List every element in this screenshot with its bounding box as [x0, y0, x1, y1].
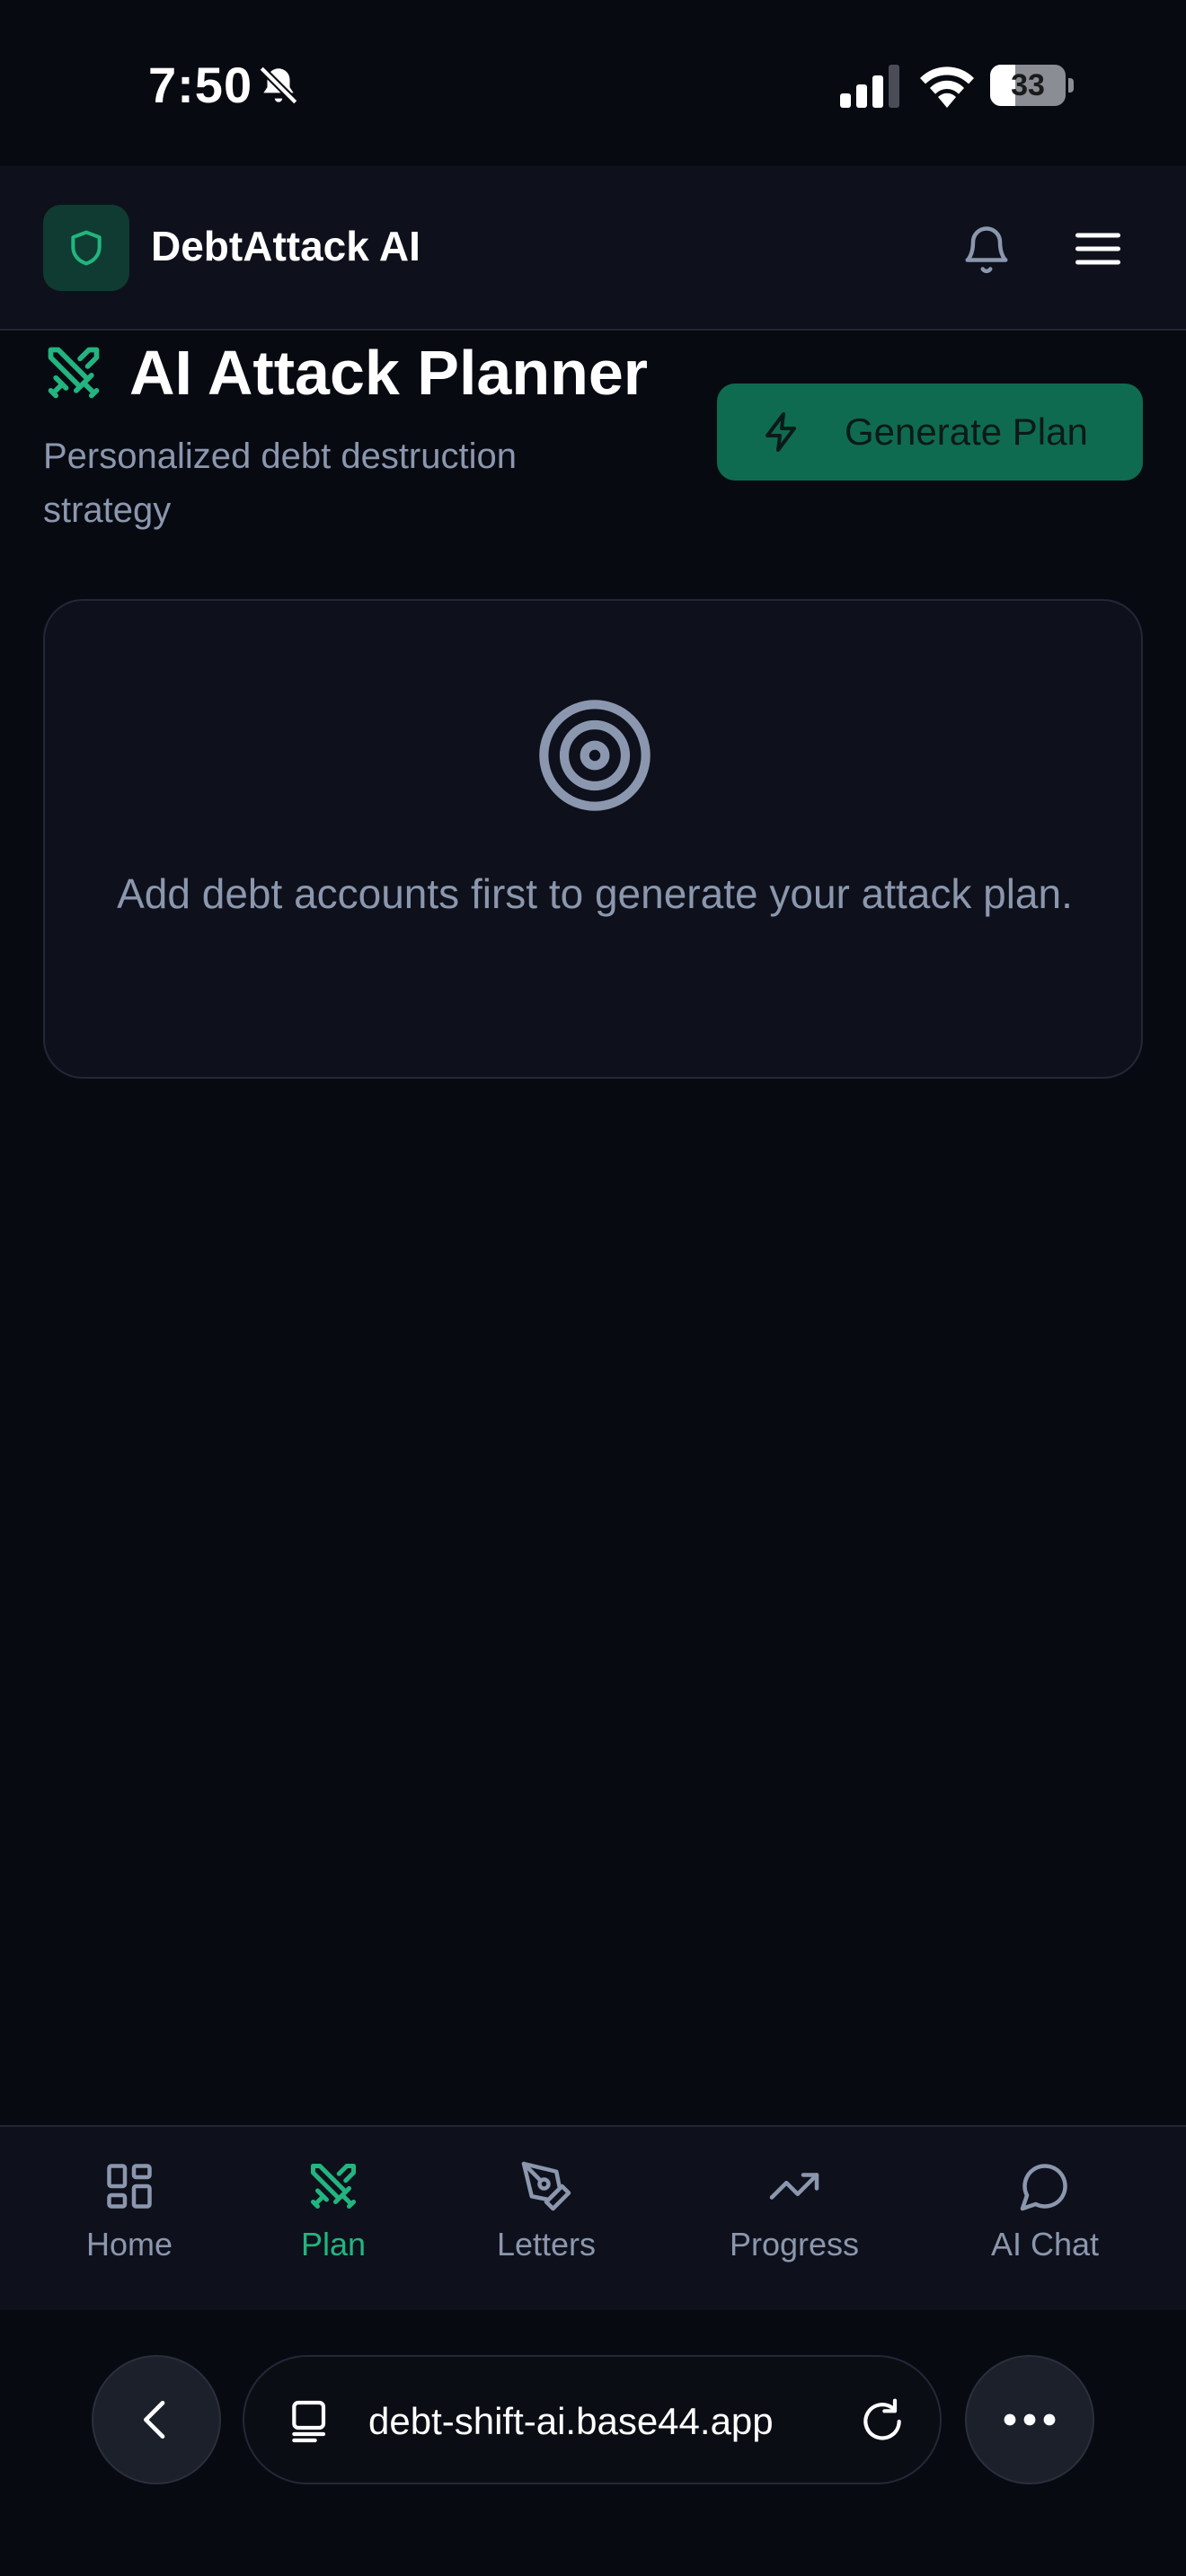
app-screen: 7:50 33 DebtAttack AI AI Attack Planner … — [0, 0, 1186, 2576]
browser-back-button[interactable] — [92, 2355, 221, 2484]
bell-slash-icon — [259, 66, 298, 105]
battery-indicator: 33 — [990, 65, 1074, 106]
cellular-signal-icon — [840, 65, 899, 108]
nav-item-plan[interactable]: Plan — [243, 2159, 423, 2285]
crossed-swords-icon — [48, 347, 100, 399]
nav-label-progress: Progress — [729, 2226, 860, 2263]
generate-plan-label: Generate Plan — [845, 410, 1088, 453]
reload-icon[interactable] — [857, 2396, 907, 2447]
nav-item-progress[interactable]: Progress — [704, 2159, 884, 2285]
status-time: 7:50 — [148, 57, 253, 113]
target-icon — [539, 700, 651, 811]
app-name: DebtAttack AI — [151, 223, 420, 269]
battery-level: 33 — [1011, 68, 1045, 102]
nav-label-plan: Plan — [300, 2226, 367, 2263]
empty-state-message: Add debt accounts first to generate your… — [117, 870, 1073, 917]
crossed-swords-icon — [311, 2164, 356, 2209]
address-bar[interactable]: debt-shift-ai.base44.app — [243, 2355, 942, 2484]
nav-label-home: Home — [85, 2226, 173, 2263]
planner-title-row: AI Attack Planner — [43, 337, 648, 409]
url-text[interactable]: debt-shift-ai.base44.app — [368, 2357, 774, 2486]
nav-label-letters: Letters — [496, 2226, 597, 2263]
chat-bubble-icon — [1020, 2164, 1067, 2211]
ellipsis-icon — [1004, 2413, 1056, 2426]
browser-toolbar: debt-shift-ai.base44.app — [0, 2310, 1186, 2576]
browser-more-button[interactable] — [965, 2355, 1094, 2484]
bottom-nav: Home Plan Letters Progress AI Chat — [0, 2125, 1186, 2310]
page-title: AI Attack Planner — [129, 338, 649, 408]
wifi-icon — [920, 66, 974, 108]
bell-icon[interactable] — [960, 222, 1013, 276]
chevron-left-icon — [144, 2401, 165, 2439]
app-logo[interactable] — [43, 205, 129, 291]
hamburger-menu-icon[interactable] — [1071, 222, 1125, 276]
lightning-bolt-icon — [766, 412, 796, 452]
trending-up-icon — [769, 2173, 819, 2200]
page-subtitle: Personalized debt destruction strategy — [43, 437, 517, 530]
nav-label-ai-chat: AI Chat — [990, 2226, 1100, 2263]
shield-icon — [71, 230, 102, 266]
nav-item-home[interactable]: Home — [40, 2159, 219, 2285]
empty-state-card: Add debt accounts first to generate your… — [43, 599, 1143, 1079]
dashboard-grid-icon — [107, 2164, 152, 2209]
pen-nib-icon — [521, 2161, 571, 2211]
nav-item-ai-chat[interactable]: AI Chat — [955, 2159, 1135, 2285]
generate-plan-button[interactable]: Generate Plan — [717, 384, 1143, 481]
nav-item-letters[interactable]: Letters — [456, 2159, 636, 2285]
tabs-icon[interactable] — [286, 2396, 336, 2447]
status-bar: 7:50 33 — [0, 0, 1186, 166]
app-header: DebtAttack AI — [0, 166, 1186, 331]
